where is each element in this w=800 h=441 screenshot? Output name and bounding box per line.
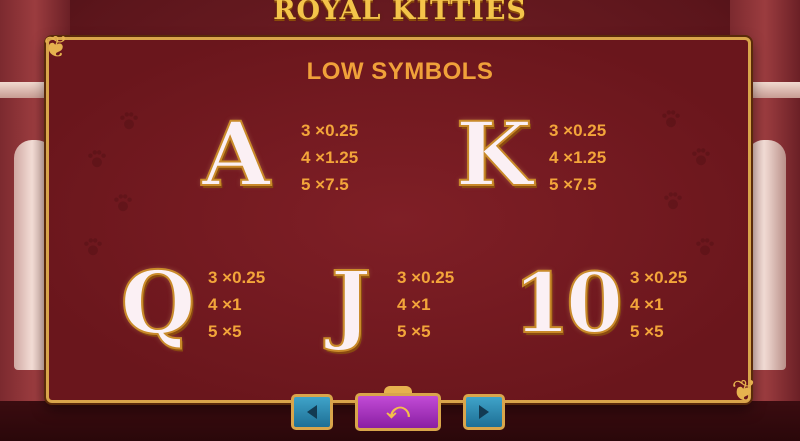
pay-line: 3 ×0.25 xyxy=(397,268,455,287)
pay-line: 5 ×5 xyxy=(208,322,242,341)
game-logo: ROYAL KITTIES xyxy=(273,0,527,26)
pay-line: 5 ×7.5 xyxy=(549,175,597,194)
symbol-j: J xyxy=(330,253,373,354)
arrow-right-icon xyxy=(479,405,489,419)
pay-line: 4 ×1.25 xyxy=(549,148,607,167)
pay-line: 4 ×1 xyxy=(397,295,431,314)
symbol-a: A xyxy=(201,102,271,206)
paw-print-icon xyxy=(84,238,102,256)
pay-line: 5 ×5 xyxy=(397,322,431,341)
symbol-a-pays: 3 ×0.25 4 ×1.25 5 ×7.5 xyxy=(301,117,358,198)
arrow-left-icon xyxy=(307,405,317,419)
corner-ornament-icon: ❦ xyxy=(731,374,757,409)
pay-line: 3 ×0.25 xyxy=(630,268,688,287)
paw-print-icon xyxy=(664,192,682,210)
prev-page-button[interactable] xyxy=(291,394,333,430)
pay-line: 3 ×0.25 xyxy=(549,121,607,140)
paw-print-icon xyxy=(692,148,710,166)
next-page-button[interactable] xyxy=(463,394,505,430)
background-pillar-right xyxy=(746,140,786,370)
pay-line: 5 ×7.5 xyxy=(301,175,349,194)
paw-print-icon xyxy=(114,194,132,212)
pay-line: 4 ×1.25 xyxy=(301,148,359,167)
back-to-game-button[interactable]: ⤺ xyxy=(355,393,441,431)
symbol-10-pays: 3 ×0.25 4 ×1 5 ×5 xyxy=(630,264,687,345)
pay-line: 3 ×0.25 xyxy=(301,121,359,140)
pay-line: 4 ×1 xyxy=(208,295,242,314)
symbol-k: K xyxy=(455,102,533,206)
symbol-10: 10 xyxy=(512,256,624,352)
pay-line: 3 ×0.25 xyxy=(208,268,266,287)
paw-print-icon xyxy=(88,150,106,168)
paw-print-icon xyxy=(662,110,680,128)
symbol-q: Q xyxy=(120,253,197,354)
section-title: LOW SYMBOLS xyxy=(306,58,494,85)
return-arrow-icon: ⤺ xyxy=(386,399,410,424)
symbol-j-pays: 3 ×0.25 4 ×1 5 ×5 xyxy=(397,264,454,345)
paw-print-icon xyxy=(120,112,138,130)
pay-line: 5 ×5 xyxy=(630,322,664,341)
symbol-q-pays: 3 ×0.25 4 ×1 5 ×5 xyxy=(208,264,265,345)
paw-print-icon xyxy=(696,238,714,256)
symbol-k-pays: 3 ×0.25 4 ×1.25 5 ×7.5 xyxy=(549,117,606,198)
pay-line: 4 ×1 xyxy=(630,295,664,314)
